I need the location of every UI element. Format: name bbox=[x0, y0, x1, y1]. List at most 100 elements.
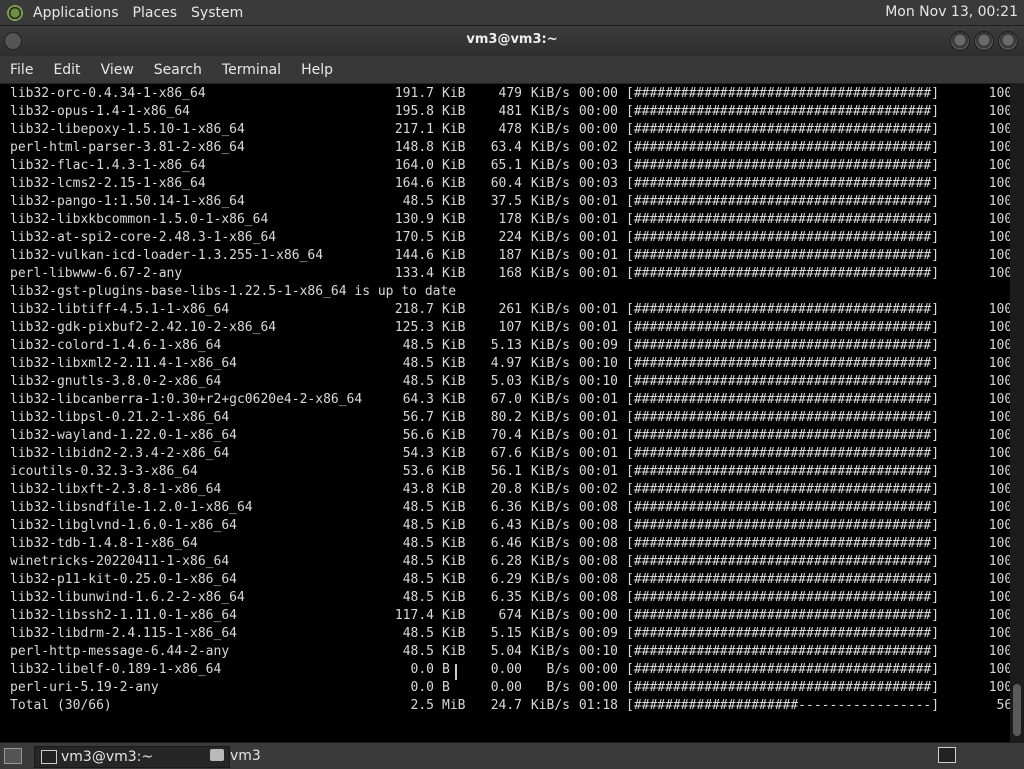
download-size: 48.5 bbox=[402, 554, 434, 569]
progress-bar: [######################################] bbox=[626, 86, 940, 101]
elapsed-time: 00:01 bbox=[578, 428, 618, 443]
progress-bar: [######################################] bbox=[626, 158, 940, 173]
clock[interactable]: Mon Nov 13, 00:21 bbox=[885, 4, 1018, 20]
scrollbar-thumb[interactable] bbox=[1013, 684, 1021, 736]
rate-unit: KiB/s bbox=[530, 122, 570, 137]
elapsed-time: 00:01 bbox=[578, 392, 618, 407]
download-size: 48.5 bbox=[402, 626, 434, 641]
terminal-line: winetricks-20220411-1-x86_64 48.5 KiB 6.28 K… bbox=[10, 553, 1010, 571]
download-rate: 37.5 bbox=[490, 194, 522, 209]
menu-file[interactable]: File bbox=[0, 62, 43, 78]
menu-view[interactable]: View bbox=[91, 62, 144, 78]
size-unit: KiB bbox=[442, 536, 466, 551]
rate-unit: KiB/s bbox=[530, 590, 570, 605]
package-name: perl-libwww-6.67-2-any bbox=[10, 266, 183, 281]
terminal-line: lib32-libdrm-2.4.115-1-x86_64 48.5 KiB 5.15… bbox=[10, 625, 1010, 643]
elapsed-time: 00:01 bbox=[578, 464, 618, 479]
progress-percent: 100% bbox=[988, 482, 1010, 497]
download-size: 195.8 bbox=[394, 104, 434, 119]
progress-bar: [######################################] bbox=[626, 500, 940, 515]
panel-menu-applications[interactable]: Applications bbox=[33, 5, 119, 21]
distro-logo-icon[interactable] bbox=[6, 3, 24, 22]
menu-terminal[interactable]: Terminal bbox=[212, 62, 291, 78]
download-rate: 479 bbox=[498, 86, 522, 101]
elapsed-time: 00:01 bbox=[578, 302, 618, 317]
terminal-line: lib32-lcms2-2.15-1-x86_64 164.6 KiB 60.4 KiB… bbox=[10, 175, 1010, 193]
elapsed-time: 00:08 bbox=[578, 536, 618, 551]
window-titlebar[interactable]: vm3@vm3:~ bbox=[0, 26, 1024, 56]
elapsed-time: 00:01 bbox=[578, 320, 618, 335]
progress-bar: [######################################] bbox=[626, 680, 940, 695]
size-unit: MiB bbox=[442, 698, 466, 713]
rate-unit: KiB/s bbox=[530, 572, 570, 587]
package-name: perl-uri-5.19-2-any bbox=[10, 680, 159, 695]
download-rate: 261 bbox=[498, 302, 522, 317]
download-size: 48.5 bbox=[402, 536, 434, 551]
elapsed-time: 01:18 bbox=[578, 698, 618, 713]
progress-bar: [######################################] bbox=[626, 212, 940, 227]
download-size: 56.7 bbox=[402, 410, 434, 425]
terminal-line: lib32-wayland-1.22.0-1-x86_64 56.6 KiB 70.4… bbox=[10, 427, 1010, 445]
progress-percent: 56% bbox=[996, 698, 1010, 713]
progress-bar: [######################################] bbox=[626, 410, 940, 425]
rate-unit: KiB/s bbox=[530, 626, 570, 641]
progress-bar: [######################################] bbox=[626, 194, 940, 209]
window-menubar: File Edit View Search Terminal Help bbox=[0, 56, 1024, 84]
download-rate: 24.7 bbox=[490, 698, 522, 713]
rate-unit: KiB/s bbox=[530, 302, 570, 317]
terminal-output[interactable]: lib32-orc-0.4.34-1-x86_64 191.7 KiB 479 KiB/… bbox=[0, 84, 1010, 742]
rate-unit: KiB/s bbox=[530, 338, 570, 353]
elapsed-time: 00:03 bbox=[578, 176, 618, 191]
download-rate: 60.4 bbox=[490, 176, 522, 191]
package-name: lib32-libunwind-1.6.2-2-x86_64 bbox=[10, 590, 245, 605]
menu-edit[interactable]: Edit bbox=[43, 62, 90, 78]
package-name: lib32-opus-1.4-1-x86_64 bbox=[10, 104, 191, 119]
taskbar-item-label: vm3@vm3:~ bbox=[61, 749, 154, 765]
maximize-icon[interactable] bbox=[974, 31, 994, 51]
taskbar-item-folder[interactable]: vm3 bbox=[204, 746, 350, 766]
package-name: lib32-pango-1:1.50.14-1-x86_64 bbox=[10, 194, 245, 209]
download-rate: 224 bbox=[498, 230, 522, 245]
close-icon[interactable] bbox=[998, 31, 1018, 51]
menu-help[interactable]: Help bbox=[291, 62, 343, 78]
download-rate: 168 bbox=[498, 266, 522, 281]
download-rate: 6.28 bbox=[490, 554, 522, 569]
package-name: winetricks-20220411-1-x86_64 bbox=[10, 554, 230, 569]
progress-bar: [######################################] bbox=[626, 248, 940, 263]
download-rate: 0.00 bbox=[490, 662, 522, 677]
elapsed-time: 00:00 bbox=[578, 662, 618, 677]
terminal-line: lib32-libssh2-1.11.0-1-x86_64 117.4 KiB 674… bbox=[10, 607, 1010, 625]
elapsed-time: 00:00 bbox=[578, 104, 618, 119]
window-menu-icon[interactable] bbox=[4, 32, 22, 50]
terminal-line: lib32-tdb-1.4.8-1-x86_64 48.5 KiB 6.46 KiB/s… bbox=[10, 535, 1010, 553]
progress-bar: [######################################] bbox=[626, 140, 940, 155]
download-rate: 481 bbox=[498, 104, 522, 119]
tray-terminal-icon[interactable] bbox=[938, 747, 956, 763]
progress-bar: [######################################] bbox=[626, 122, 940, 137]
menu-search[interactable]: Search bbox=[144, 62, 212, 78]
download-rate: 187 bbox=[498, 248, 522, 263]
size-unit: KiB bbox=[442, 572, 466, 587]
package-name: lib32-libxkbcommon-1.5.0-1-x86_64 bbox=[10, 212, 269, 227]
progress-bar: [######################################] bbox=[626, 446, 940, 461]
progress-bar: [######################################] bbox=[626, 356, 940, 371]
package-name: lib32-gnutls-3.8.0-2-x86_64 bbox=[10, 374, 222, 389]
download-rate: 6.46 bbox=[490, 536, 522, 551]
download-rate: 5.13 bbox=[490, 338, 522, 353]
rate-unit: KiB/s bbox=[530, 698, 570, 713]
folder-icon bbox=[210, 749, 224, 761]
taskbar-item-terminal[interactable]: vm3@vm3:~ bbox=[34, 746, 230, 768]
size-unit: KiB bbox=[442, 626, 466, 641]
size-unit: KiB bbox=[442, 464, 466, 479]
terminal-scrollbar[interactable] bbox=[1010, 84, 1024, 742]
panel-menu-system[interactable]: System bbox=[191, 5, 243, 21]
elapsed-time: 00:02 bbox=[578, 140, 618, 155]
package-name: lib32-libsndfile-1.2.0-1-x86_64 bbox=[10, 500, 253, 515]
minimize-icon[interactable] bbox=[950, 31, 970, 51]
download-rate: 478 bbox=[498, 122, 522, 137]
download-rate: 5.03 bbox=[490, 374, 522, 389]
progress-bar: [######################################] bbox=[626, 266, 940, 281]
panel-menu-places[interactable]: Places bbox=[133, 5, 178, 21]
package-name: lib32-libelf-0.189-1-x86_64 bbox=[10, 662, 222, 677]
show-desktop-icon[interactable] bbox=[4, 748, 22, 764]
